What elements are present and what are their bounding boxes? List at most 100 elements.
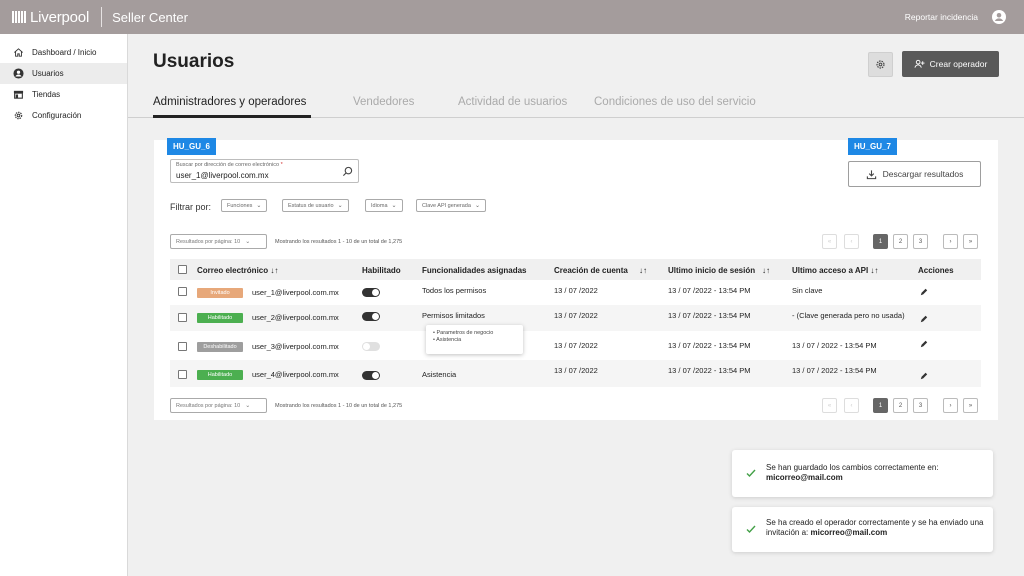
tab-terms-of-service[interactable]: Condiciones de uso del servicio (594, 96, 756, 108)
sidebar-item-stores[interactable]: Tiendas (0, 84, 127, 105)
filter-api-key[interactable]: Clave API generada ⌄ (416, 199, 486, 212)
store-icon (13, 90, 24, 99)
next-page-button[interactable]: › (943, 398, 958, 413)
logo-mark-icon (12, 11, 26, 23)
column-header-email[interactable]: Correo electrónico ↓↑ (197, 266, 278, 275)
page-title: Usuarios (153, 51, 235, 72)
sidebar-item-label: Dashboard / Inicio (32, 48, 97, 57)
sidebar-item-settings[interactable]: Configuración (0, 105, 127, 126)
functions-cell: Asistencia (422, 370, 457, 379)
sort-icon: ↓↑ (270, 266, 279, 275)
status-badge: Deshabilitado (197, 342, 243, 352)
enabled-toggle[interactable] (362, 371, 380, 380)
brand-logo[interactable]: Liverpool (12, 9, 89, 26)
sidebar-item-dashboard[interactable]: Dashboard / Inicio (0, 42, 127, 63)
check-icon (746, 469, 756, 478)
table-row: Deshabilitado user_3@liverpool.com.mx 13… (170, 331, 981, 360)
toast-message: Se ha creado el operador correctamente y… (766, 518, 984, 537)
status-badge: Invitado (197, 288, 243, 298)
search-input[interactable]: Buscar por dirección de correo electróni… (170, 159, 359, 183)
column-header-functions: Funcionalidades asignadas (422, 266, 527, 275)
next-page-button[interactable]: › (943, 234, 958, 249)
edit-icon[interactable] (920, 288, 928, 296)
download-results-label: Descargar resultados (882, 169, 964, 179)
page-button[interactable]: 2 (893, 398, 908, 413)
prev-page-button[interactable]: ‹ (844, 398, 859, 413)
page-button[interactable]: 1 (873, 234, 888, 249)
filter-functions[interactable]: Funciones ⌄ (221, 199, 268, 212)
page-button[interactable]: 1 (873, 398, 888, 413)
page-button[interactable]: 3 (913, 234, 928, 249)
chevron-down-icon: ⌄ (245, 239, 251, 245)
permission-item: • Parametros de negocio (433, 330, 494, 336)
status-badge: Habilitado (197, 313, 243, 323)
edit-icon[interactable] (920, 372, 928, 380)
functions-cell: Todos los permisos (422, 286, 487, 295)
first-page-button[interactable]: « (822, 234, 837, 249)
first-page-button[interactable]: « (822, 398, 837, 413)
enabled-toggle[interactable] (362, 288, 380, 297)
last-page-button[interactable]: » (963, 398, 978, 413)
user-circle-icon (13, 68, 24, 79)
tab-sellers[interactable]: Vendedores (353, 96, 414, 108)
sort-icon[interactable]: ↓↑ (639, 266, 647, 275)
sidebar-item-label: Tiendas (32, 90, 61, 99)
tab-bar: Administradores y operadores Vendedores … (128, 92, 1024, 118)
functions-cell[interactable]: Permisos limitados (422, 311, 485, 320)
column-header-last-login[interactable]: Ultimo inicio de sesión (668, 266, 755, 275)
download-results-button[interactable]: Descargar resultados (848, 161, 981, 187)
enabled-toggle[interactable] (362, 312, 380, 321)
results-count: Mostrando los resultados 1 - 10 de un to… (275, 239, 403, 245)
chevron-down-icon: ⌄ (474, 203, 480, 209)
column-header-created[interactable]: Creación de cuenta (554, 266, 628, 275)
sort-icon[interactable]: ↓↑ (762, 266, 770, 275)
last-page-button[interactable]: » (963, 234, 978, 249)
last-login-cell: 13 / 07 /2022 - 13:54 PM (668, 341, 751, 350)
created-cell: 13 / 07 /2022 (554, 341, 598, 350)
edit-icon[interactable] (920, 340, 928, 348)
sidebar: Dashboard / Inicio Usuarios Tiendas Conf… (0, 34, 128, 576)
sidebar-item-users[interactable]: Usuarios (0, 63, 127, 84)
topbar-divider (101, 7, 103, 27)
download-icon (866, 169, 876, 179)
create-operator-button[interactable]: Crear operador (902, 51, 999, 77)
filter-language[interactable]: Idioma ⌄ (365, 199, 403, 212)
top-bar: Liverpool Seller Center Reportar inciden… (0, 0, 1024, 34)
filter-label: Filtrar por: (170, 202, 212, 212)
status-badge: Habilitado (197, 370, 243, 380)
per-page-select[interactable]: Resultados por página: 10 ⌄ (170, 398, 267, 413)
annotation-tag: HU_GU_7 (848, 138, 897, 155)
email-cell: user_1@liverpool.com.mx (252, 288, 339, 297)
page-button[interactable]: 2 (893, 234, 908, 249)
last-api-cell: Sin clave (792, 286, 823, 295)
row-checkbox[interactable] (178, 313, 187, 322)
create-operator-label: Crear operador (929, 59, 988, 69)
tab-admins-operators[interactable]: Administradores y operadores (153, 96, 306, 108)
settings-button[interactable] (868, 52, 893, 77)
tab-user-activity[interactable]: Actividad de usuarios (458, 96, 567, 108)
created-cell: 13 / 07 /2022 (554, 311, 598, 320)
search-icon[interactable] (342, 166, 353, 177)
row-checkbox[interactable] (178, 342, 187, 351)
chevron-down-icon: ⌄ (256, 203, 262, 209)
row-checkbox[interactable] (178, 287, 187, 296)
table-row: Habilitado user_2@liverpool.com.mx Permi… (170, 305, 981, 331)
email-cell: user_4@liverpool.com.mx (252, 370, 339, 379)
toast-message: Se han guardado los cambios correctament… (766, 463, 939, 482)
account-icon[interactable] (992, 10, 1006, 24)
last-login-cell: 13 / 07 /2022 - 13:54 PM (668, 311, 751, 320)
select-all-checkbox[interactable] (178, 265, 187, 274)
page-button[interactable]: 3 (913, 398, 928, 413)
last-api-cell: 13 / 07 / 2022 - 13:54 PM (792, 366, 877, 375)
edit-icon[interactable] (920, 315, 928, 323)
filter-user-status[interactable]: Estatus de usuario ⌄ (282, 199, 349, 212)
column-header-actions: Acciones (918, 266, 954, 275)
column-header-last-api[interactable]: Ultimo acceso a API ↓↑ (792, 266, 878, 275)
permissions-popup: • Parametros de negocio • Asistencia (426, 325, 523, 354)
report-incident-link[interactable]: Reportar incidencia (905, 12, 978, 22)
enabled-toggle[interactable] (362, 342, 380, 351)
prev-page-button[interactable]: ‹ (844, 234, 859, 249)
add-user-icon (914, 59, 925, 68)
per-page-select[interactable]: Resultados por página: 10 ⌄ (170, 234, 267, 249)
row-checkbox[interactable] (178, 370, 187, 379)
